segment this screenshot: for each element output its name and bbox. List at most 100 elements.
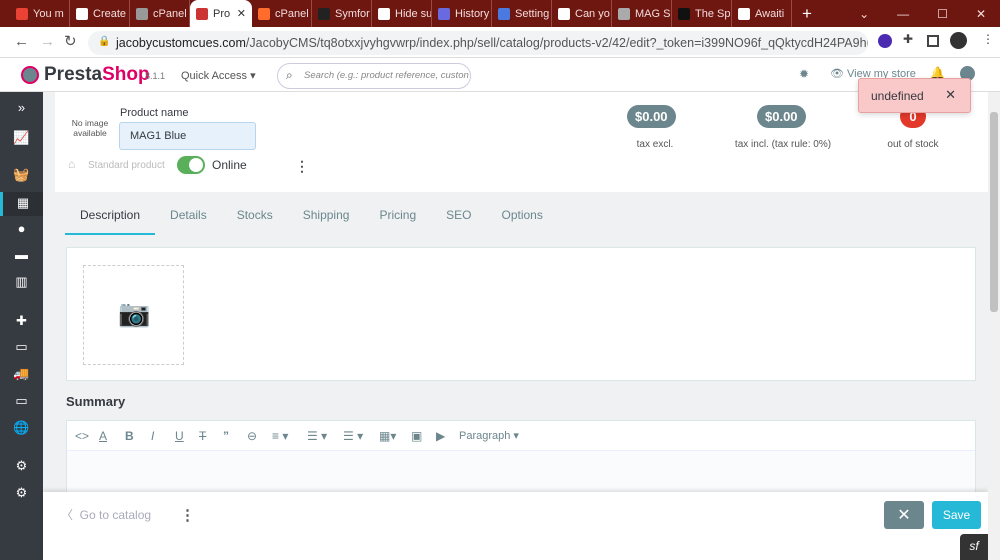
- product-name-input[interactable]: MAG1 Blue: [119, 122, 256, 150]
- tab-options[interactable]: Options: [486, 193, 557, 235]
- new-tab-button[interactable]: +: [802, 4, 812, 24]
- stats-icon[interactable]: ▥: [0, 274, 43, 290]
- align-icon[interactable]: ≡ ▾: [272, 429, 288, 443]
- tab-stocks[interactable]: Stocks: [222, 193, 288, 235]
- footer-more-icon[interactable]: ⋮: [180, 506, 195, 524]
- bullet-list-icon[interactable]: ☰ ▾: [307, 429, 327, 443]
- scrollbar[interactable]: [988, 92, 1000, 560]
- browser-tab[interactable]: History: [432, 0, 492, 27]
- blockquote-icon[interactable]: ”: [223, 429, 229, 443]
- close-toast-icon[interactable]: ✕: [945, 87, 956, 103]
- paragraph-format-dropdown[interactable]: Paragraph ▾: [459, 429, 519, 442]
- strikethrough-icon[interactable]: T: [199, 429, 206, 443]
- tab-shipping[interactable]: Shipping: [288, 193, 365, 235]
- expand-sidebar-icon[interactable]: »: [0, 100, 43, 115]
- browser-tab[interactable]: You m: [10, 0, 70, 27]
- dashboard-icon[interactable]: 📈: [0, 130, 43, 146]
- messages-icon[interactable]: ▬: [0, 247, 43, 262]
- browser-tab[interactable]: Setting: [492, 0, 552, 27]
- numbered-list-icon[interactable]: ☰ ▾: [343, 429, 363, 443]
- save-button[interactable]: Save: [932, 501, 981, 529]
- toast-message: undefined: [871, 89, 924, 103]
- version-label: 8.1.1: [145, 71, 166, 81]
- hanger-icon: ⌂: [68, 157, 76, 171]
- url-path: /JacobyCMS/tq8otxxjvyhgvwrp/index.php/se…: [245, 36, 868, 50]
- url-field[interactable]: 🔒 jacobycustomcues.com/JacobyCMS/tq8otxx…: [88, 31, 868, 55]
- tab-favicon-icon: [76, 7, 88, 20]
- international-globe-icon[interactable]: 🌐: [0, 420, 43, 436]
- footer-bar: 〈 Go to catalog ⋮ ✕ Save: [43, 492, 988, 560]
- tab-search-icon[interactable]: ⌄: [859, 7, 869, 21]
- browser-tab[interactable]: cPanel: [252, 0, 312, 27]
- italic-icon[interactable]: I: [151, 429, 154, 443]
- design-monitor-icon[interactable]: ▭: [0, 339, 43, 355]
- advanced-settings-icon[interactable]: ⚙: [0, 485, 43, 501]
- side-panel-icon[interactable]: [927, 35, 939, 47]
- media-icon[interactable]: ▶: [436, 429, 445, 443]
- quick-access-dropdown[interactable]: Quick Access ▾: [181, 69, 256, 82]
- customers-icon[interactable]: ●: [0, 221, 43, 236]
- online-toggle[interactable]: [177, 156, 205, 174]
- search-input[interactable]: ⌕ Search (e.g.: product reference, custo…: [277, 63, 471, 89]
- forward-icon[interactable]: →: [40, 33, 55, 50]
- add-photo-icon: 📷: [118, 298, 151, 328]
- price-tax-incl-label: tax incl. (tax rule: 0%): [734, 139, 832, 150]
- reload-icon[interactable]: ↻: [64, 32, 77, 50]
- extension-download-icon[interactable]: [878, 34, 892, 48]
- stock-label: out of stock: [887, 139, 939, 150]
- debug-bug-icon[interactable]: ✹: [799, 67, 809, 81]
- tab-description[interactable]: Description: [65, 193, 156, 235]
- browser-tab-bar: You m Create cPanel Pro ✕ cPanel Symfor Hide su…: [0, 0, 1000, 27]
- underline-icon[interactable]: U: [175, 429, 184, 443]
- tab-label: Create: [93, 7, 127, 20]
- maximize-icon[interactable]: ☐: [937, 7, 948, 21]
- lock-icon: 🔒: [98, 36, 111, 47]
- profile-avatar[interactable]: [950, 32, 967, 49]
- link-icon[interactable]: ⊖: [247, 429, 257, 443]
- summary-editor[interactable]: <> A B I U T ” ⊖ ≡ ▾ ☰ ▾ ☰ ▾ ▦▾ ▣ ▶ Para…: [66, 420, 976, 500]
- browser-tab[interactable]: MAG S: [612, 0, 672, 27]
- tab-favicon-icon: [498, 7, 510, 20]
- go-to-catalog-link[interactable]: 〈 Go to catalog: [61, 506, 151, 523]
- modules-puzzle-icon[interactable]: ✚: [0, 313, 43, 329]
- cancel-button[interactable]: ✕: [884, 501, 924, 529]
- browser-tab[interactable]: Hide su: [372, 0, 432, 27]
- shipping-truck-icon[interactable]: 🚚: [0, 366, 43, 382]
- symfony-toolbar-icon[interactable]: sf: [960, 534, 988, 560]
- tab-seo[interactable]: SEO: [431, 193, 486, 235]
- product-type[interactable]: Standard product: [88, 160, 165, 171]
- browser-tab[interactable]: Create: [70, 0, 130, 27]
- close-window-icon[interactable]: ✕: [976, 7, 986, 21]
- more-options-icon[interactable]: ⋮: [295, 158, 309, 175]
- browser-tab[interactable]: The Sp: [672, 0, 732, 27]
- orders-basket-icon[interactable]: 🧺: [0, 167, 43, 183]
- browser-tab[interactable]: Can yo: [552, 0, 612, 27]
- source-code-icon[interactable]: <>: [75, 429, 89, 443]
- browser-tab[interactable]: Symfor: [312, 0, 372, 27]
- tab-details[interactable]: Details: [155, 193, 222, 235]
- catalog-store-icon[interactable]: ▦: [0, 192, 43, 216]
- prestashop-header: PrestaShop 8.1.1 Quick Access ▾ ⌕ Search…: [0, 58, 1000, 92]
- close-tab-icon[interactable]: ✕: [237, 7, 246, 20]
- tab-label: Hide su: [395, 7, 432, 20]
- menu-icon[interactable]: ⋮: [982, 32, 994, 46]
- minimize-icon[interactable]: —: [897, 7, 909, 21]
- online-label: Online: [212, 158, 247, 172]
- product-header: No image available Product name MAG1 Blu…: [55, 92, 988, 192]
- payment-card-icon[interactable]: ▭: [0, 393, 43, 409]
- table-icon[interactable]: ▦▾: [379, 429, 396, 443]
- add-image-dropzone[interactable]: 📷: [83, 265, 184, 365]
- browser-tab[interactable]: Pro ✕: [190, 0, 252, 27]
- tab-pricing[interactable]: Pricing: [364, 193, 431, 235]
- brand-logo[interactable]: PrestaShop: [44, 64, 150, 86]
- scrollbar-thumb[interactable]: [990, 112, 998, 312]
- image-icon[interactable]: ▣: [411, 429, 422, 443]
- text-color-icon[interactable]: A: [99, 429, 107, 443]
- product-name-label: Product name: [120, 107, 189, 119]
- settings-gear-icon[interactable]: ⚙: [0, 458, 43, 474]
- back-icon[interactable]: ←: [14, 33, 29, 50]
- browser-tab[interactable]: Awaiti: [732, 0, 792, 27]
- extensions-puzzle-icon[interactable]: ✚: [903, 32, 913, 46]
- browser-tab[interactable]: cPanel: [130, 0, 190, 27]
- bold-icon[interactable]: B: [125, 429, 134, 443]
